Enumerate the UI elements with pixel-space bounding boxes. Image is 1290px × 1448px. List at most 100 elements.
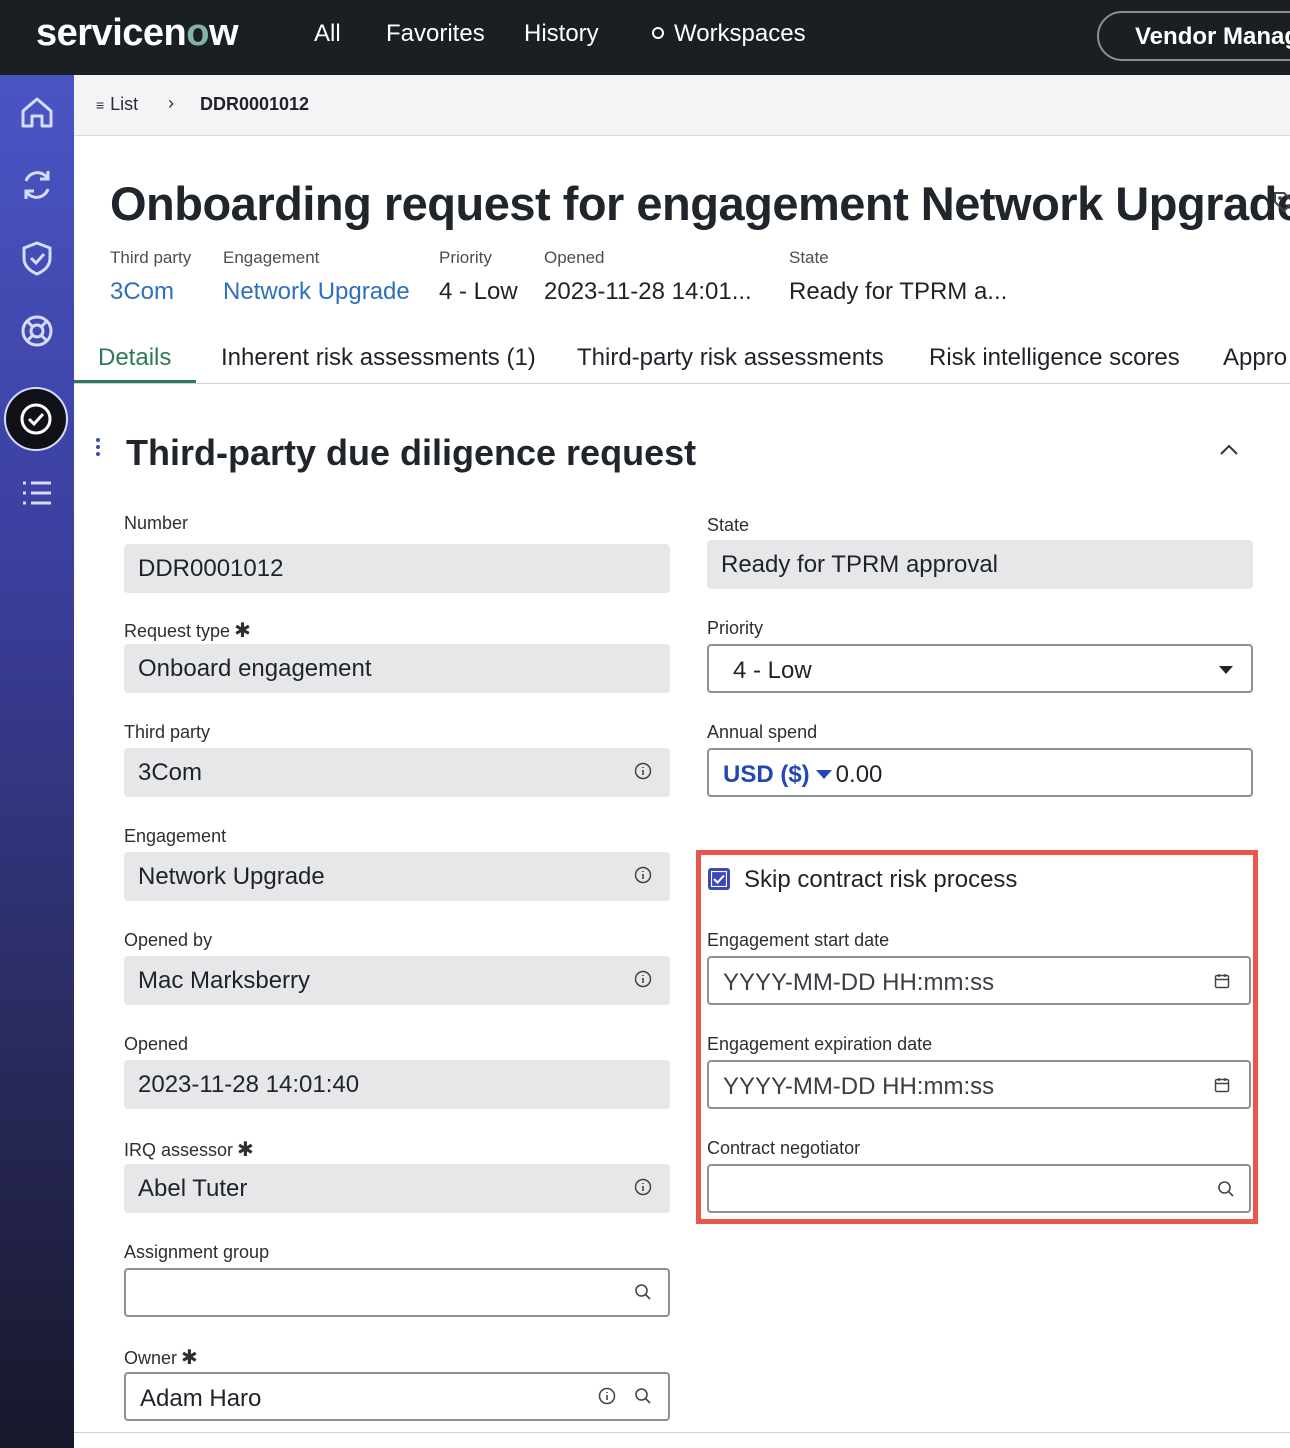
meta-value: 4 - Low [439,278,518,305]
breadcrumb-list-link[interactable]: ≡ List [96,94,138,115]
meta-value: Ready for TPRM a... [789,278,1008,305]
owner-input[interactable]: Adam Haro [124,1372,670,1421]
chevron-right-icon: › [168,93,174,113]
third-party-field: 3Com [124,748,670,797]
search-icon[interactable] [1217,1180,1235,1198]
meta-label: Opened [544,248,605,267]
meta-third-party: Third party 3Com [110,248,191,306]
search-icon[interactable] [634,1387,652,1405]
meta-label: State [789,248,829,267]
meta-value: 2023-11-28 14:01... [544,278,752,305]
contract-negotiator-input[interactable] [707,1164,1251,1213]
breadcrumb-current: DDR0001012 [200,94,310,114]
active-rail-item[interactable] [4,387,68,451]
meta-label: Third party [110,248,192,267]
meta-opened: Opened 2023-11-28 14:01... [544,248,752,306]
nav-all[interactable]: All [314,20,341,48]
home-icon[interactable] [17,92,57,132]
opened-by-value: Mac Marksberry [138,967,311,994]
info-icon[interactable] [634,1178,652,1196]
tab-third-party-risk-assessments[interactable]: Third-party risk assessments [577,344,884,372]
info-icon[interactable] [634,970,652,988]
tab-details[interactable]: Details [98,344,171,372]
engagement-expiration-date-input[interactable]: YYYY-MM-DD HH:mm:ss [707,1060,1251,1109]
number-field: DDR0001012 [124,544,670,593]
calendar-icon[interactable] [1213,1076,1231,1094]
record-tabs: Details Inherent risk assessments (1) Th… [74,336,1290,384]
required-asterisk-icon: ✱ [234,620,251,642]
section-title: Third-party due diligence request [126,432,697,473]
priority-selected-value: 4 - Low [733,657,812,684]
tab-inherent-risk-assessments[interactable]: Inherent risk assessments (1) [221,344,536,372]
meta-label: Engagement [223,248,320,267]
search-icon[interactable] [634,1283,652,1301]
annual-spend-field: USD ($) 0.00 [707,748,1253,797]
meta-engagement: Engagement Network Upgrade [223,248,410,306]
annual-spend-input[interactable]: 0.00 [836,761,883,788]
skip-contract-risk-checkbox[interactable] [708,868,730,890]
engagement-field: Network Upgrade [124,852,670,901]
state-label: State [707,515,750,535]
workspace-switcher-pill[interactable]: Vendor Manag [1097,11,1290,61]
checkmark-icon [711,871,727,887]
tag-icon[interactable] [1272,190,1290,214]
help-ring-icon[interactable] [17,311,57,351]
caret-down-icon [1219,666,1233,674]
meta-priority: Priority 4 - Low [439,248,518,306]
section-menu-kebab-icon[interactable] [96,438,102,458]
owner-label: Owner ✱ [124,1345,198,1370]
top-navigation-bar: servicenow All Favorites History Workspa… [0,0,1290,75]
refresh-icon[interactable] [17,165,57,205]
info-icon[interactable] [598,1387,616,1405]
meta-engagement-link[interactable]: Network Upgrade [223,278,410,306]
nav-workspaces[interactable]: Workspaces [652,20,806,48]
assignment-group-label: Assignment group [124,1242,270,1262]
engagement-start-date-input[interactable]: YYYY-MM-DD HH:mm:ss [707,956,1251,1005]
opened-by-label: Opened by [124,930,213,950]
nav-history[interactable]: History [524,20,599,48]
breadcrumb: ≡ List › DDR0001012 [74,75,1290,136]
info-icon[interactable] [634,866,652,884]
owner-value: Adam Haro [140,1385,262,1412]
priority-select[interactable]: 4 - Low [707,644,1253,693]
irq-assessor-label-text: IRQ assessor [124,1140,234,1160]
request-type-label-text: Request type [124,621,231,641]
meta-state: State Ready for TPRM a... [789,248,1007,306]
currency-caret-down-icon[interactable] [815,770,832,779]
third-party-label: Third party [124,722,211,742]
tab-approvals[interactable]: Appro [1223,344,1287,372]
workspaces-circle-icon [652,26,664,39]
engagement-label: Engagement [124,826,227,846]
list-lines-icon: ≡ [96,97,105,113]
state-field: Ready for TPRM approval [707,540,1253,589]
chevron-up-icon[interactable] [1216,440,1242,460]
engagement-expiration-date-placeholder: YYYY-MM-DD HH:mm:ss [723,1073,995,1100]
info-icon[interactable] [634,762,652,780]
request-type-label: Request type ✱ [124,618,251,643]
page-title: Onboarding request for engagement Networ… [110,177,1290,230]
opened-field: 2023-11-28 14:01:40 [124,1060,670,1109]
list-icon[interactable] [17,473,57,513]
engagement-start-date-label: Engagement start date [707,930,890,950]
third-party-value: 3Com [138,759,203,786]
active-tab-indicator [74,380,196,383]
skip-contract-risk-label[interactable]: Skip contract risk process [744,866,1017,894]
opened-by-field: Mac Marksberry [124,956,670,1005]
irq-assessor-field: Abel Tuter [124,1164,670,1213]
tab-risk-intelligence-scores[interactable]: Risk intelligence scores [929,344,1180,372]
section-bottom-divider [74,1432,1290,1433]
meta-third-party-link[interactable]: 3Com [110,278,191,306]
servicenow-logo[interactable]: servicenow [36,12,239,55]
breadcrumb-list-label: List [110,94,139,114]
request-type-field: Onboard engagement [124,644,670,693]
nav-favorites[interactable]: Favorites [386,20,485,48]
irq-assessor-label: IRQ assessor ✱ [124,1137,254,1162]
currency-select[interactable]: USD ($) [723,761,810,788]
number-label: Number [124,513,189,533]
assignment-group-input[interactable] [124,1268,670,1317]
shield-check-icon[interactable] [17,238,57,278]
required-asterisk-icon: ✱ [181,1347,198,1369]
required-asterisk-icon: ✱ [237,1139,254,1161]
engagement-expiration-date-label: Engagement expiration date [707,1034,933,1054]
calendar-icon[interactable] [1213,972,1231,990]
